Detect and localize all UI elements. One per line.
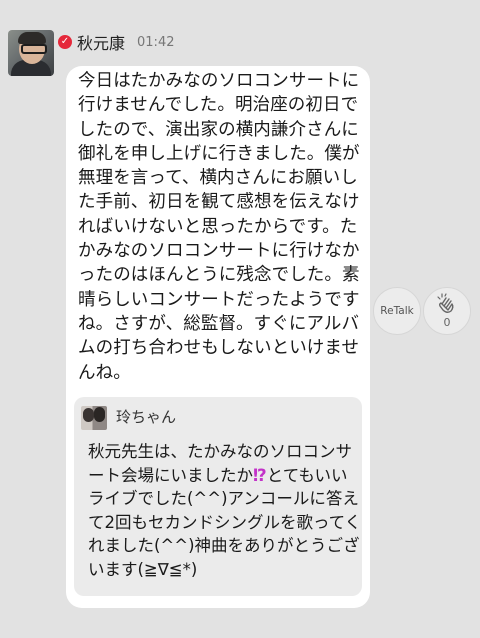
post-time: 01:42 [137,34,175,50]
quote-text: 秋元先生は、たかみなのソロコンサート会場にいましたか⁉とてもいいライブでした(^… [88,440,362,582]
quoted-letter[interactable]: 玲ちゃん 秋元先生は、たかみなのソロコンサート会場にいましたか⁉とてもいいライブ… [74,397,362,596]
check-badge-icon: ✓ [58,35,72,49]
clap-icon [437,293,454,313]
quote-author-name: 玲ちゃん [116,408,177,426]
interrobang-emoji: ⁉ [253,465,267,485]
author-avatar[interactable] [8,30,54,76]
clap-count: 0 [443,316,451,329]
clap-button[interactable]: 0 [423,287,471,335]
post-header: ✓ 秋元康 01:42 [58,30,175,54]
retalk-label: ReTalk [380,305,414,317]
quote-author-avatar [81,406,107,430]
message-text: 今日はたかみなのソロコンサートに行けませんでした。明治座の初日でしたので、演出家… [78,71,360,383]
retalk-button[interactable]: ReTalk [373,287,421,335]
author-name[interactable]: 秋元康 [77,30,125,54]
message-bubble: 今日はたかみなのソロコンサートに行けませんでした。明治座の初日でしたので、演出家… [66,66,370,608]
